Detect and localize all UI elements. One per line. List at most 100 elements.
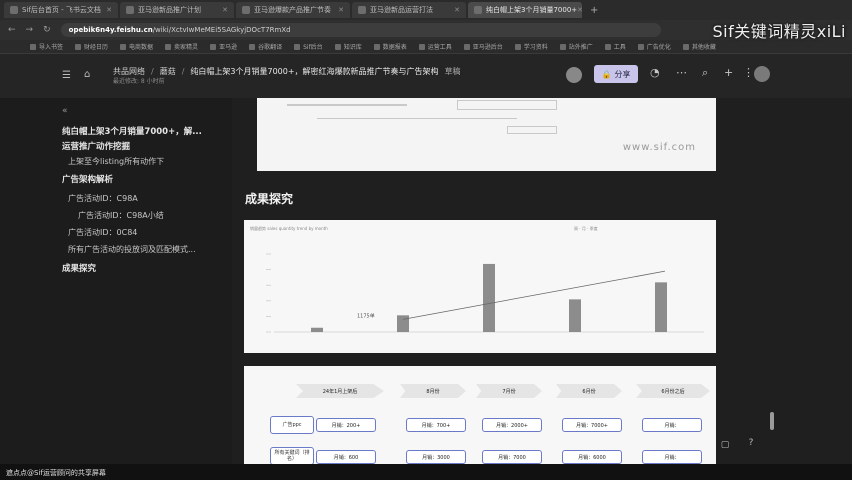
bookmark-item[interactable]: 导入书签 [30, 42, 63, 51]
bookmark-item[interactable]: 站外推广 [560, 42, 593, 51]
bookmark-item[interactable]: 其他收藏 [683, 42, 716, 51]
flow-box: 月销：7000 [482, 450, 542, 464]
forward-icon[interactable]: → [26, 25, 34, 35]
bookmark-item[interactable]: 亚马逊 [210, 42, 237, 51]
bookmark-item[interactable]: 卖家精灵 [165, 42, 198, 51]
browser-tabbar: Sif后台首页 - 飞书云文档 ✕ 亚马逊新品推广计划 ✕ 亚马逊爆款产品推广节奏 ✕ 亚马… [0, 0, 852, 20]
last-modified: 最近修改: 8 小时前 [113, 78, 165, 85]
browser-tab[interactable]: 亚马逊新品运营打法 ✕ [352, 2, 466, 18]
more-icon[interactable]: ⋯ [676, 66, 687, 79]
flow-box: 月销：700+ [406, 418, 466, 432]
avatar-group[interactable] [566, 67, 582, 83]
section-heading: 成果探究 [245, 192, 294, 206]
doc-comment-icon[interactable]: ▢ [718, 438, 732, 452]
chart-bar [569, 299, 581, 332]
toc-sidebar: « [0, 98, 232, 464]
home-icon[interactable]: ⌂ [84, 69, 90, 80]
bookmark-item[interactable]: 学习资料 [515, 42, 548, 51]
trend-line [402, 270, 666, 320]
share-button[interactable]: 🔒 分享 [594, 65, 638, 83]
flow-row-label: 所有关键词（排名） [270, 447, 314, 465]
breadcrumb-separator: / [151, 67, 154, 76]
bookmark-item[interactable]: 运营工具 [419, 42, 452, 51]
toc-item[interactable]: 纯白帽上架3个月销量7000+，解... [62, 125, 202, 137]
browser-tab[interactable]: 纯白帽上架3个月销量7000+ ✕ [468, 2, 582, 18]
chart-bar [483, 263, 495, 332]
page-title: 纯白帽上架3个月销量7000+，解密红海爆款新品推广节奏与广告架构 [190, 67, 439, 76]
chart-svg: 1175单 [266, 253, 704, 333]
tab-favicon-icon [242, 6, 250, 14]
growth-flow-image[interactable]: 24年1月上架后 8月份 7月份 6月份 6月份之后 广告ppc 所有关键词（排名） 月销：2… [244, 366, 716, 465]
search-icon[interactable]: ⌕ [702, 66, 708, 80]
toc-item[interactable]: 广告活动ID：C98A小结 [78, 210, 164, 221]
bookmark-item[interactable]: 亚马逊后台 [464, 42, 503, 51]
url-path: /wiki/XctvIwMeMEi5SAGkyjDOcT7RmXd [152, 26, 291, 34]
tab-label: Sif后台首页 - 飞书云文档 [22, 6, 101, 14]
tab-favicon-icon [474, 6, 482, 14]
sales-chart-image[interactable]: 销量趋势 sales quantity trend by month 周 · 月… [244, 220, 716, 353]
help-icon[interactable]: ? [744, 436, 758, 450]
flow-stage: 6月份 [556, 384, 622, 398]
bookmark-item[interactable]: 广告优化 [638, 42, 671, 51]
browser-tab[interactable]: Sif后台首页 - 飞书云文档 ✕ [4, 2, 118, 18]
bookmark-item[interactable]: 财经日历 [75, 42, 108, 51]
toc-item[interactable]: 广告架构解析 [62, 173, 113, 185]
browser-tab[interactable]: 亚马逊爆款产品推广节奏 ✕ [236, 2, 350, 18]
apps-icon[interactable]: ⋮ [743, 66, 754, 79]
url-domain: opebik6n4y.feishu.cn [68, 26, 153, 34]
scrollbar-thumb[interactable] [770, 412, 774, 430]
bookmark-item[interactable]: 工具 [605, 42, 626, 51]
bookmark-item[interactable]: 谷歌翻译 [249, 42, 282, 51]
status-badge: 草稿 [444, 67, 461, 76]
flow-row-label: 广告ppc [270, 416, 314, 434]
flow-stage: 7月份 [476, 384, 542, 398]
close-icon[interactable]: ✕ [338, 6, 344, 14]
bell-icon[interactable]: ◔ [650, 66, 660, 79]
toc-item[interactable]: 所有广告活动的投放词及匹配模式... [68, 244, 196, 255]
collapse-toc-icon[interactable]: « [62, 106, 68, 116]
toc-item[interactable]: 上架至今listing所有动作下 [68, 156, 164, 167]
tab-favicon-icon [358, 6, 366, 14]
reload-icon[interactable]: ↻ [43, 25, 51, 35]
bookmark-item[interactable]: 电商数据 [120, 42, 153, 51]
back-icon[interactable]: ← [8, 25, 16, 35]
flow-box: 月销： [642, 450, 702, 464]
screen-share-caption: 遮点点@Sif运营顾问的共享屏幕 [6, 469, 106, 477]
chart-bar [311, 327, 323, 332]
breadcrumb: 共品网络 / 蘑菇 / 纯白帽上架3个月销量7000+，解密红海爆款新品推广节奏… [113, 66, 461, 77]
new-tab-icon[interactable]: + [590, 5, 598, 16]
breadcrumb-separator: / [181, 67, 185, 76]
close-icon[interactable]: ✕ [454, 6, 460, 14]
tab-label: 纯白帽上架3个月销量7000+ [486, 6, 578, 14]
browser-tab[interactable]: 亚马逊新品推广计划 ✕ [120, 2, 234, 18]
chart-bar [655, 282, 667, 332]
tab-favicon-icon [126, 6, 134, 14]
overlay-brand-watermark: Sif关键词精灵xiLi [712, 22, 846, 41]
tab-label: 亚马逊新品运营打法 [370, 6, 433, 14]
user-avatar[interactable] [754, 66, 770, 82]
toc-item[interactable]: 广告活动ID：C98A [68, 193, 138, 204]
chart-annotation: 1175单 [357, 312, 375, 319]
flow-stage: 8月份 [400, 384, 466, 398]
add-icon[interactable]: + [724, 66, 733, 79]
diagram-image[interactable]: www.sif.com [257, 98, 716, 171]
toc-item[interactable]: 运营推广动作挖掘 [62, 140, 130, 152]
flow-stage: 6月份之后 [636, 384, 710, 398]
address-input[interactable]: opebik6n4y.feishu.cn /wiki/XctvIwMeMEi5S… [60, 23, 661, 37]
toc-item[interactable]: 成果探究 [62, 262, 96, 274]
tab-label: 亚马逊爆款产品推广节奏 [254, 6, 331, 14]
close-icon[interactable]: ✕ [106, 6, 112, 14]
flow-box: 月销：600 [316, 450, 376, 464]
flow-box: 月销：3000 [406, 450, 466, 464]
menu-collapse-icon[interactable]: ☰ [62, 70, 71, 81]
lock-icon: 🔒 [601, 69, 612, 79]
flow-stage: 24年1月上架后 [296, 384, 384, 398]
close-icon[interactable]: ✕ [222, 6, 228, 14]
chart-bar [397, 315, 409, 332]
bookmark-item[interactable]: 知识库 [335, 42, 362, 51]
bookmark-item[interactable]: Sif后台 [294, 42, 323, 51]
bookmark-item[interactable]: 数据报表 [374, 42, 407, 51]
toc-item[interactable]: 广告活动ID：0C84 [68, 227, 137, 238]
tab-favicon-icon [10, 6, 18, 14]
close-icon[interactable]: ✕ [577, 6, 582, 14]
